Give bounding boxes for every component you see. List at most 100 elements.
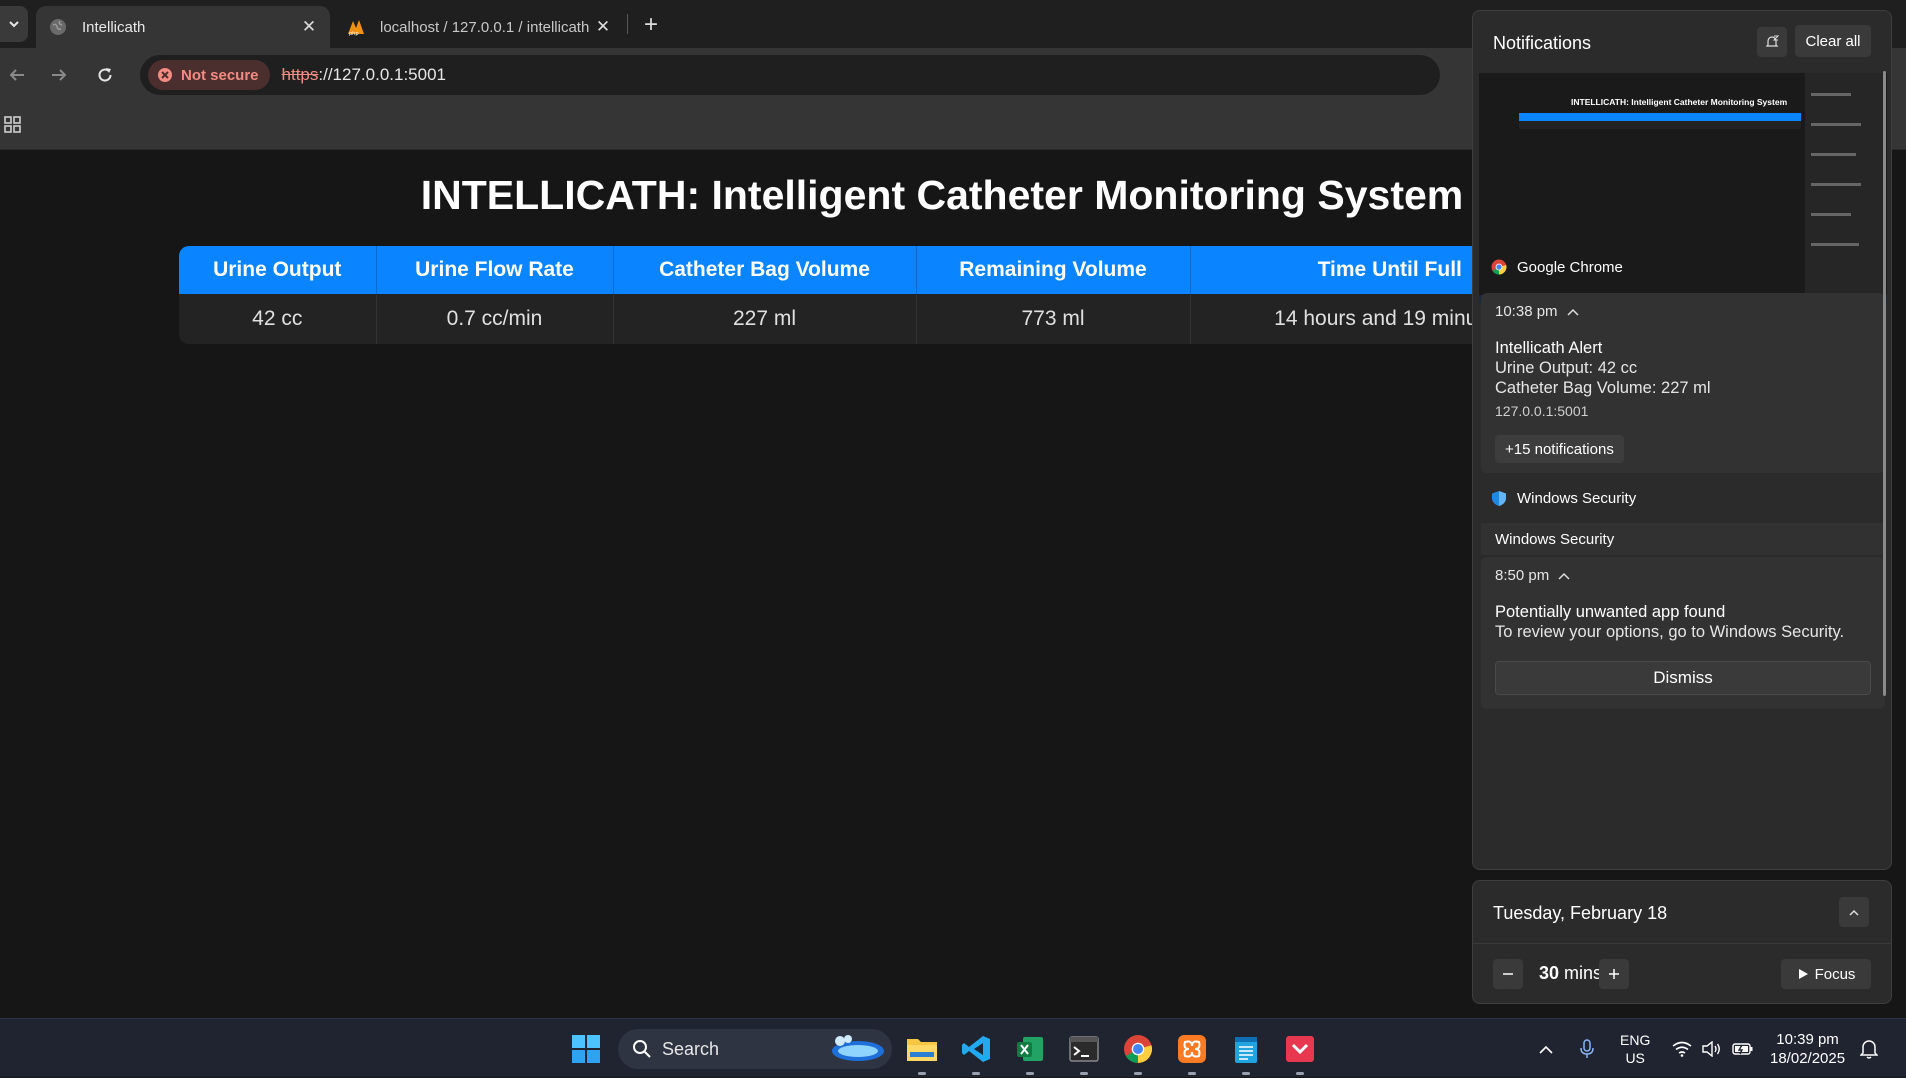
xampp-icon [1178, 1035, 1206, 1063]
close-icon[interactable]: ✕ [590, 14, 616, 40]
new-tab-button[interactable]: + [636, 10, 666, 40]
globe-icon [48, 17, 68, 37]
reload-icon [98, 68, 112, 82]
chrome-icon [1491, 259, 1507, 275]
excel-taskbar-button[interactable] [1010, 1029, 1050, 1075]
focus-start-button[interactable]: Focus [1781, 959, 1871, 989]
microphone-button[interactable] [1580, 1019, 1594, 1078]
terminal-taskbar-button[interactable] [1064, 1029, 1104, 1075]
battery-button[interactable] [1732, 1019, 1754, 1078]
notepad-icon [1235, 1037, 1257, 1063]
minus-icon [1503, 973, 1513, 975]
phpmyadmin-icon: php [346, 17, 366, 37]
vscode-icon [962, 1036, 990, 1062]
volume-button[interactable] [1702, 1019, 1722, 1078]
taskbar-search[interactable]: Search [618, 1029, 892, 1069]
clear-all-button[interactable]: Clear all [1795, 25, 1871, 57]
preview-line [1811, 153, 1856, 156]
header-urine-output: Urine Output [179, 246, 377, 294]
running-indicator [1134, 1072, 1142, 1075]
close-icon[interactable]: ✕ [296, 14, 322, 40]
chevron-up-icon [1539, 1045, 1553, 1054]
cell-urine-flow-rate: 0.7 cc/min [376, 294, 614, 344]
address-bar[interactable]: Not secure https://127.0.0.1:5001 [140, 55, 1440, 95]
preview-line [1811, 183, 1861, 186]
running-indicator [1188, 1072, 1196, 1075]
focus-increase-button[interactable] [1599, 959, 1629, 989]
vscode-taskbar-button[interactable] [956, 1029, 996, 1075]
header-urine-flow-rate: Urine Flow Rate [376, 246, 614, 294]
notification-center-button[interactable] [1860, 1019, 1878, 1078]
forward-button[interactable] [42, 58, 76, 92]
apps-grid-icon[interactable] [4, 116, 22, 134]
time-label: 8:50 pm [1495, 567, 1550, 584]
running-indicator [1026, 1072, 1034, 1075]
reload-button[interactable] [88, 58, 122, 92]
preview-title: INTELLICATH: Intelligent Catheter Monito… [1571, 97, 1788, 107]
do-not-disturb-button[interactable] [1757, 27, 1787, 57]
chevron-up-icon[interactable] [1557, 571, 1571, 581]
input-language-button[interactable]: ENG US [1620, 1031, 1650, 1067]
alert-line-urine: Urine Output: 42 cc [1495, 359, 1638, 377]
svg-text:php: php [349, 31, 359, 36]
focus-value: 30 [1539, 963, 1560, 983]
chevron-up-icon[interactable] [1566, 307, 1580, 317]
url-host: ://127.0.0.1:5001 [318, 65, 446, 84]
cell-urine-output: 42 cc [179, 294, 377, 344]
preview-table-header [1519, 113, 1801, 121]
dismiss-button[interactable]: Dismiss [1495, 661, 1871, 695]
back-button[interactable] [0, 58, 34, 92]
clock-date: 18/02/2025 [1770, 1050, 1846, 1067]
more-notifications-button[interactable]: +15 notifications [1495, 435, 1624, 463]
notification-scrollbar[interactable] [1883, 71, 1886, 696]
tab-phpmyadmin[interactable]: php localhost / 127.0.0.1 / intellicath … [334, 6, 624, 48]
bell-snooze-icon [1765, 35, 1780, 47]
windows-security-app-header: Windows Security [1473, 478, 1891, 518]
notepad-taskbar-button[interactable] [1226, 1029, 1266, 1075]
app-name: Google Chrome [1517, 258, 1623, 276]
security-title: Potentially unwanted app found [1495, 603, 1726, 621]
not-secure-label: Not secure [181, 66, 259, 84]
chevron-up-icon [1849, 909, 1859, 916]
monitoring-table: Urine Output Urine Flow Rate Catheter Ba… [179, 246, 1589, 344]
pocket-taskbar-button[interactable] [1280, 1029, 1320, 1075]
alert-title: Intellicath Alert [1495, 339, 1603, 357]
app-name: Windows Security [1517, 489, 1637, 507]
tab-search-button[interactable] [0, 6, 28, 42]
clock-time: 10:39 pm [1776, 1031, 1839, 1048]
notification-center: Notifications Clear all INTELLICATH: Int… [1472, 10, 1892, 870]
preview-line [1811, 123, 1861, 126]
running-indicator [918, 1072, 926, 1075]
tab-title: localhost / 127.0.0.1 / intellicath [380, 18, 590, 36]
start-button[interactable] [566, 1029, 606, 1069]
chevron-down-icon [9, 21, 19, 28]
language-code: ENG [1620, 1032, 1651, 1048]
focus-decrease-button[interactable] [1493, 959, 1523, 989]
windows-logo-icon [572, 1035, 600, 1063]
file-explorer-taskbar-button[interactable] [902, 1029, 942, 1075]
tab-intellicath[interactable]: Intellicath ✕ [36, 6, 330, 48]
notification-header: Notifications Clear all [1473, 11, 1891, 73]
taskbar: Search ENG US 10:39 pm 18/02/2025 [0, 1018, 1906, 1077]
table-row: 42 cc 0.7 cc/min 227 ml 773 ml 14 hours … [179, 294, 1589, 344]
xampp-taskbar-button[interactable] [1172, 1029, 1212, 1075]
region-code: US [1625, 1050, 1645, 1066]
url-text[interactable]: https://127.0.0.1:5001 [282, 65, 446, 85]
not-secure-chip[interactable]: Not secure [148, 60, 270, 90]
focus-unit: mins [1564, 963, 1603, 983]
microphone-icon [1580, 1038, 1594, 1058]
running-indicator [1242, 1072, 1250, 1075]
show-hidden-icons-button[interactable] [1538, 1019, 1554, 1078]
preview-line [1811, 213, 1851, 216]
focus-label: Focus [1814, 965, 1856, 983]
search-highlight-icon [832, 1035, 884, 1061]
folder-icon [907, 1039, 937, 1061]
chrome-taskbar-button[interactable] [1118, 1029, 1158, 1075]
running-indicator [972, 1072, 980, 1075]
security-notification[interactable]: 8:50 pm Potentially unwanted app found T… [1481, 557, 1885, 709]
taskbar-clock[interactable]: 10:39 pm 18/02/2025 [1770, 1030, 1845, 1068]
calendar-collapse-button[interactable] [1839, 897, 1869, 927]
shield-icon [1491, 490, 1507, 506]
wifi-button[interactable] [1672, 1019, 1692, 1078]
calendar-date: Tuesday, February 18 [1493, 903, 1668, 923]
